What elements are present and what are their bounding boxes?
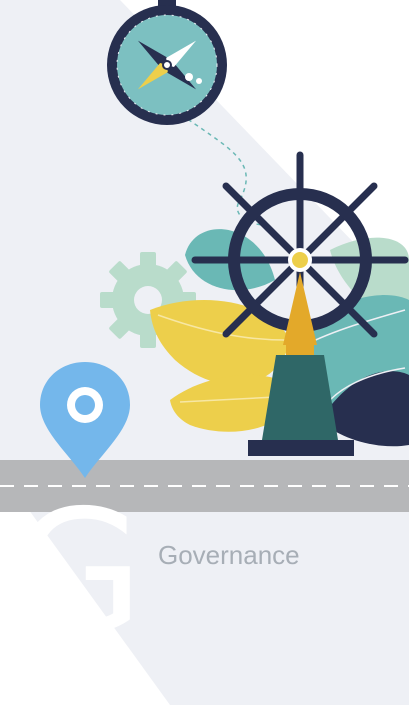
section-letter: G [12, 474, 144, 672]
section-title: Governance [158, 540, 300, 570]
governance-illustration: G Governance [0, 0, 409, 705]
